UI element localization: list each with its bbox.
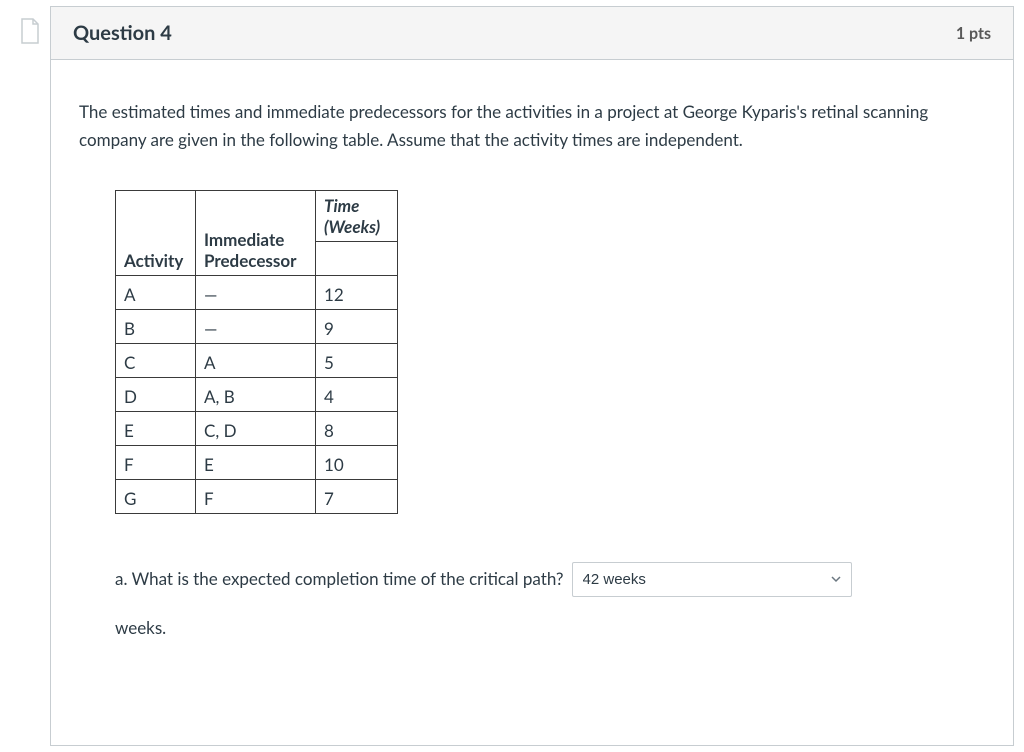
cell-time: 5	[316, 344, 398, 378]
answer-prompt-a: a. What is the expected completion time …	[115, 565, 564, 594]
answer-unit-suffix: weeks.	[79, 617, 985, 638]
th-predecessor: Immediate Predecessor	[196, 191, 316, 276]
question-title: Question 4	[73, 21, 172, 45]
question-card: Question 4 1 pts The estimated times and…	[50, 6, 1014, 746]
cell-activity: D	[116, 378, 196, 412]
table-row: CA5	[116, 344, 398, 378]
table-row: FE10	[116, 446, 398, 480]
cell-predecessor: E	[196, 446, 316, 480]
th-time: Time (Weeks)	[316, 191, 398, 242]
cell-time: 8	[316, 412, 398, 446]
cell-predecessor: F	[196, 480, 316, 514]
cell-predecessor: C, D	[196, 412, 316, 446]
document-icon	[10, 0, 50, 44]
answer-select-a[interactable]: 42 weeks	[572, 562, 852, 597]
cell-activity: C	[116, 344, 196, 378]
cell-time: 10	[316, 446, 398, 480]
table-row: EC, D8	[116, 412, 398, 446]
cell-activity: B	[116, 310, 196, 344]
question-body: The estimated times and immediate predec…	[51, 60, 1013, 666]
cell-activity: A	[116, 276, 196, 310]
cell-predecessor: —	[196, 276, 316, 310]
question-prompt: The estimated times and immediate predec…	[79, 98, 985, 154]
cell-activity: G	[116, 480, 196, 514]
th-activity: Activity	[116, 191, 196, 276]
activity-table: Activity Immediate Predecessor Time (Wee…	[115, 190, 398, 514]
question-points: 1 pts	[956, 24, 991, 43]
table-row: A—12	[116, 276, 398, 310]
cell-activity: F	[116, 446, 196, 480]
cell-predecessor: A, B	[196, 378, 316, 412]
table-row: GF7	[116, 480, 398, 514]
cell-time: 9	[316, 310, 398, 344]
cell-predecessor: —	[196, 310, 316, 344]
cell-time: 7	[316, 480, 398, 514]
table-row: DA, B4	[116, 378, 398, 412]
cell-time: 4	[316, 378, 398, 412]
cell-activity: E	[116, 412, 196, 446]
cell-time: 12	[316, 276, 398, 310]
cell-predecessor: A	[196, 344, 316, 378]
answer-row-a: a. What is the expected completion time …	[79, 562, 985, 597]
question-header: Question 4 1 pts	[51, 7, 1013, 60]
table-row: B—9	[116, 310, 398, 344]
th-time-blank	[316, 242, 398, 276]
